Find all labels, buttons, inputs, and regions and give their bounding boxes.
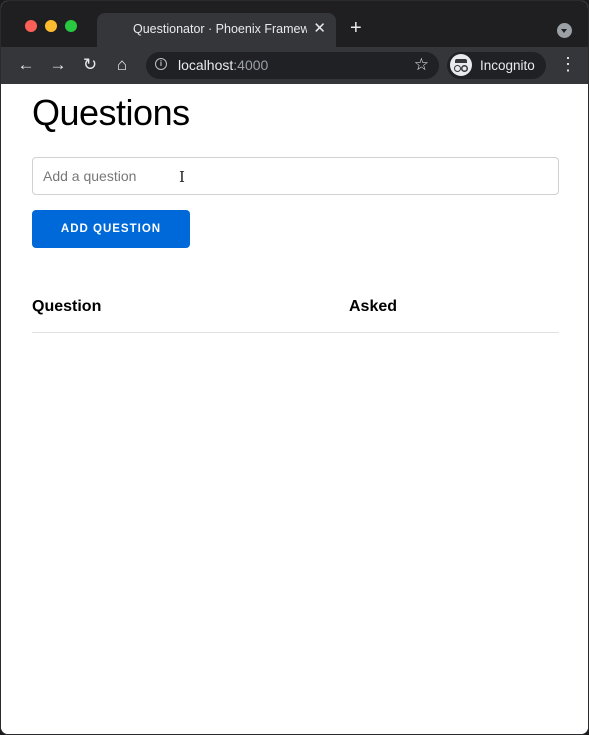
home-icon[interactable]: ⌂	[111, 53, 133, 77]
minimize-window-button[interactable]	[45, 20, 57, 32]
reload-icon[interactable]: ↻	[79, 53, 101, 77]
tab-bar: Questionator · Phoenix Framework ✕ +	[1, 1, 588, 47]
menu-icon[interactable]: ⋮	[559, 55, 577, 75]
column-header-question: Question	[32, 298, 102, 315]
browser-toolbar: ← → ↻ ⌂ i localhost:4000 ☆ Incognito ⋮	[1, 47, 588, 84]
url-text: localhost:4000	[178, 57, 268, 73]
url-port: :4000	[233, 57, 269, 73]
text-cursor-icon: I	[179, 168, 185, 186]
zoom-window-button[interactable]	[65, 20, 77, 32]
profile-label: Incognito	[480, 58, 535, 73]
star-icon[interactable]: ☆	[414, 55, 429, 75]
tab-close-icon[interactable]: ✕	[313, 20, 326, 38]
table-header-row: Question Asked	[32, 286, 559, 333]
tab-search-icon[interactable]	[557, 23, 572, 38]
incognito-profile-button[interactable]: Incognito	[447, 52, 546, 79]
question-input[interactable]	[32, 157, 559, 195]
browser-tab[interactable]: Questionator · Phoenix Framework ✕	[97, 13, 336, 47]
page-content: Questions I ADD QUESTION Question Asked	[1, 84, 588, 734]
tab-title: Questionator · Phoenix Framework	[133, 22, 307, 36]
back-icon[interactable]: ←	[15, 53, 37, 77]
add-question-button[interactable]: ADD QUESTION	[32, 210, 190, 248]
column-header-asked: Asked	[349, 298, 398, 315]
info-icon[interactable]: i	[155, 58, 167, 70]
new-tab-button[interactable]: +	[350, 18, 362, 38]
url-host: localhost	[178, 57, 234, 73]
address-bar[interactable]: i localhost:4000 ☆	[146, 52, 439, 79]
page-title: Questions	[32, 92, 190, 133]
incognito-icon	[450, 54, 472, 76]
forward-icon[interactable]: →	[47, 53, 69, 77]
browser-window: Questionator · Phoenix Framework ✕ + ← →…	[0, 0, 589, 735]
close-window-button[interactable]	[25, 20, 37, 32]
questions-table: Question Asked	[32, 286, 559, 333]
